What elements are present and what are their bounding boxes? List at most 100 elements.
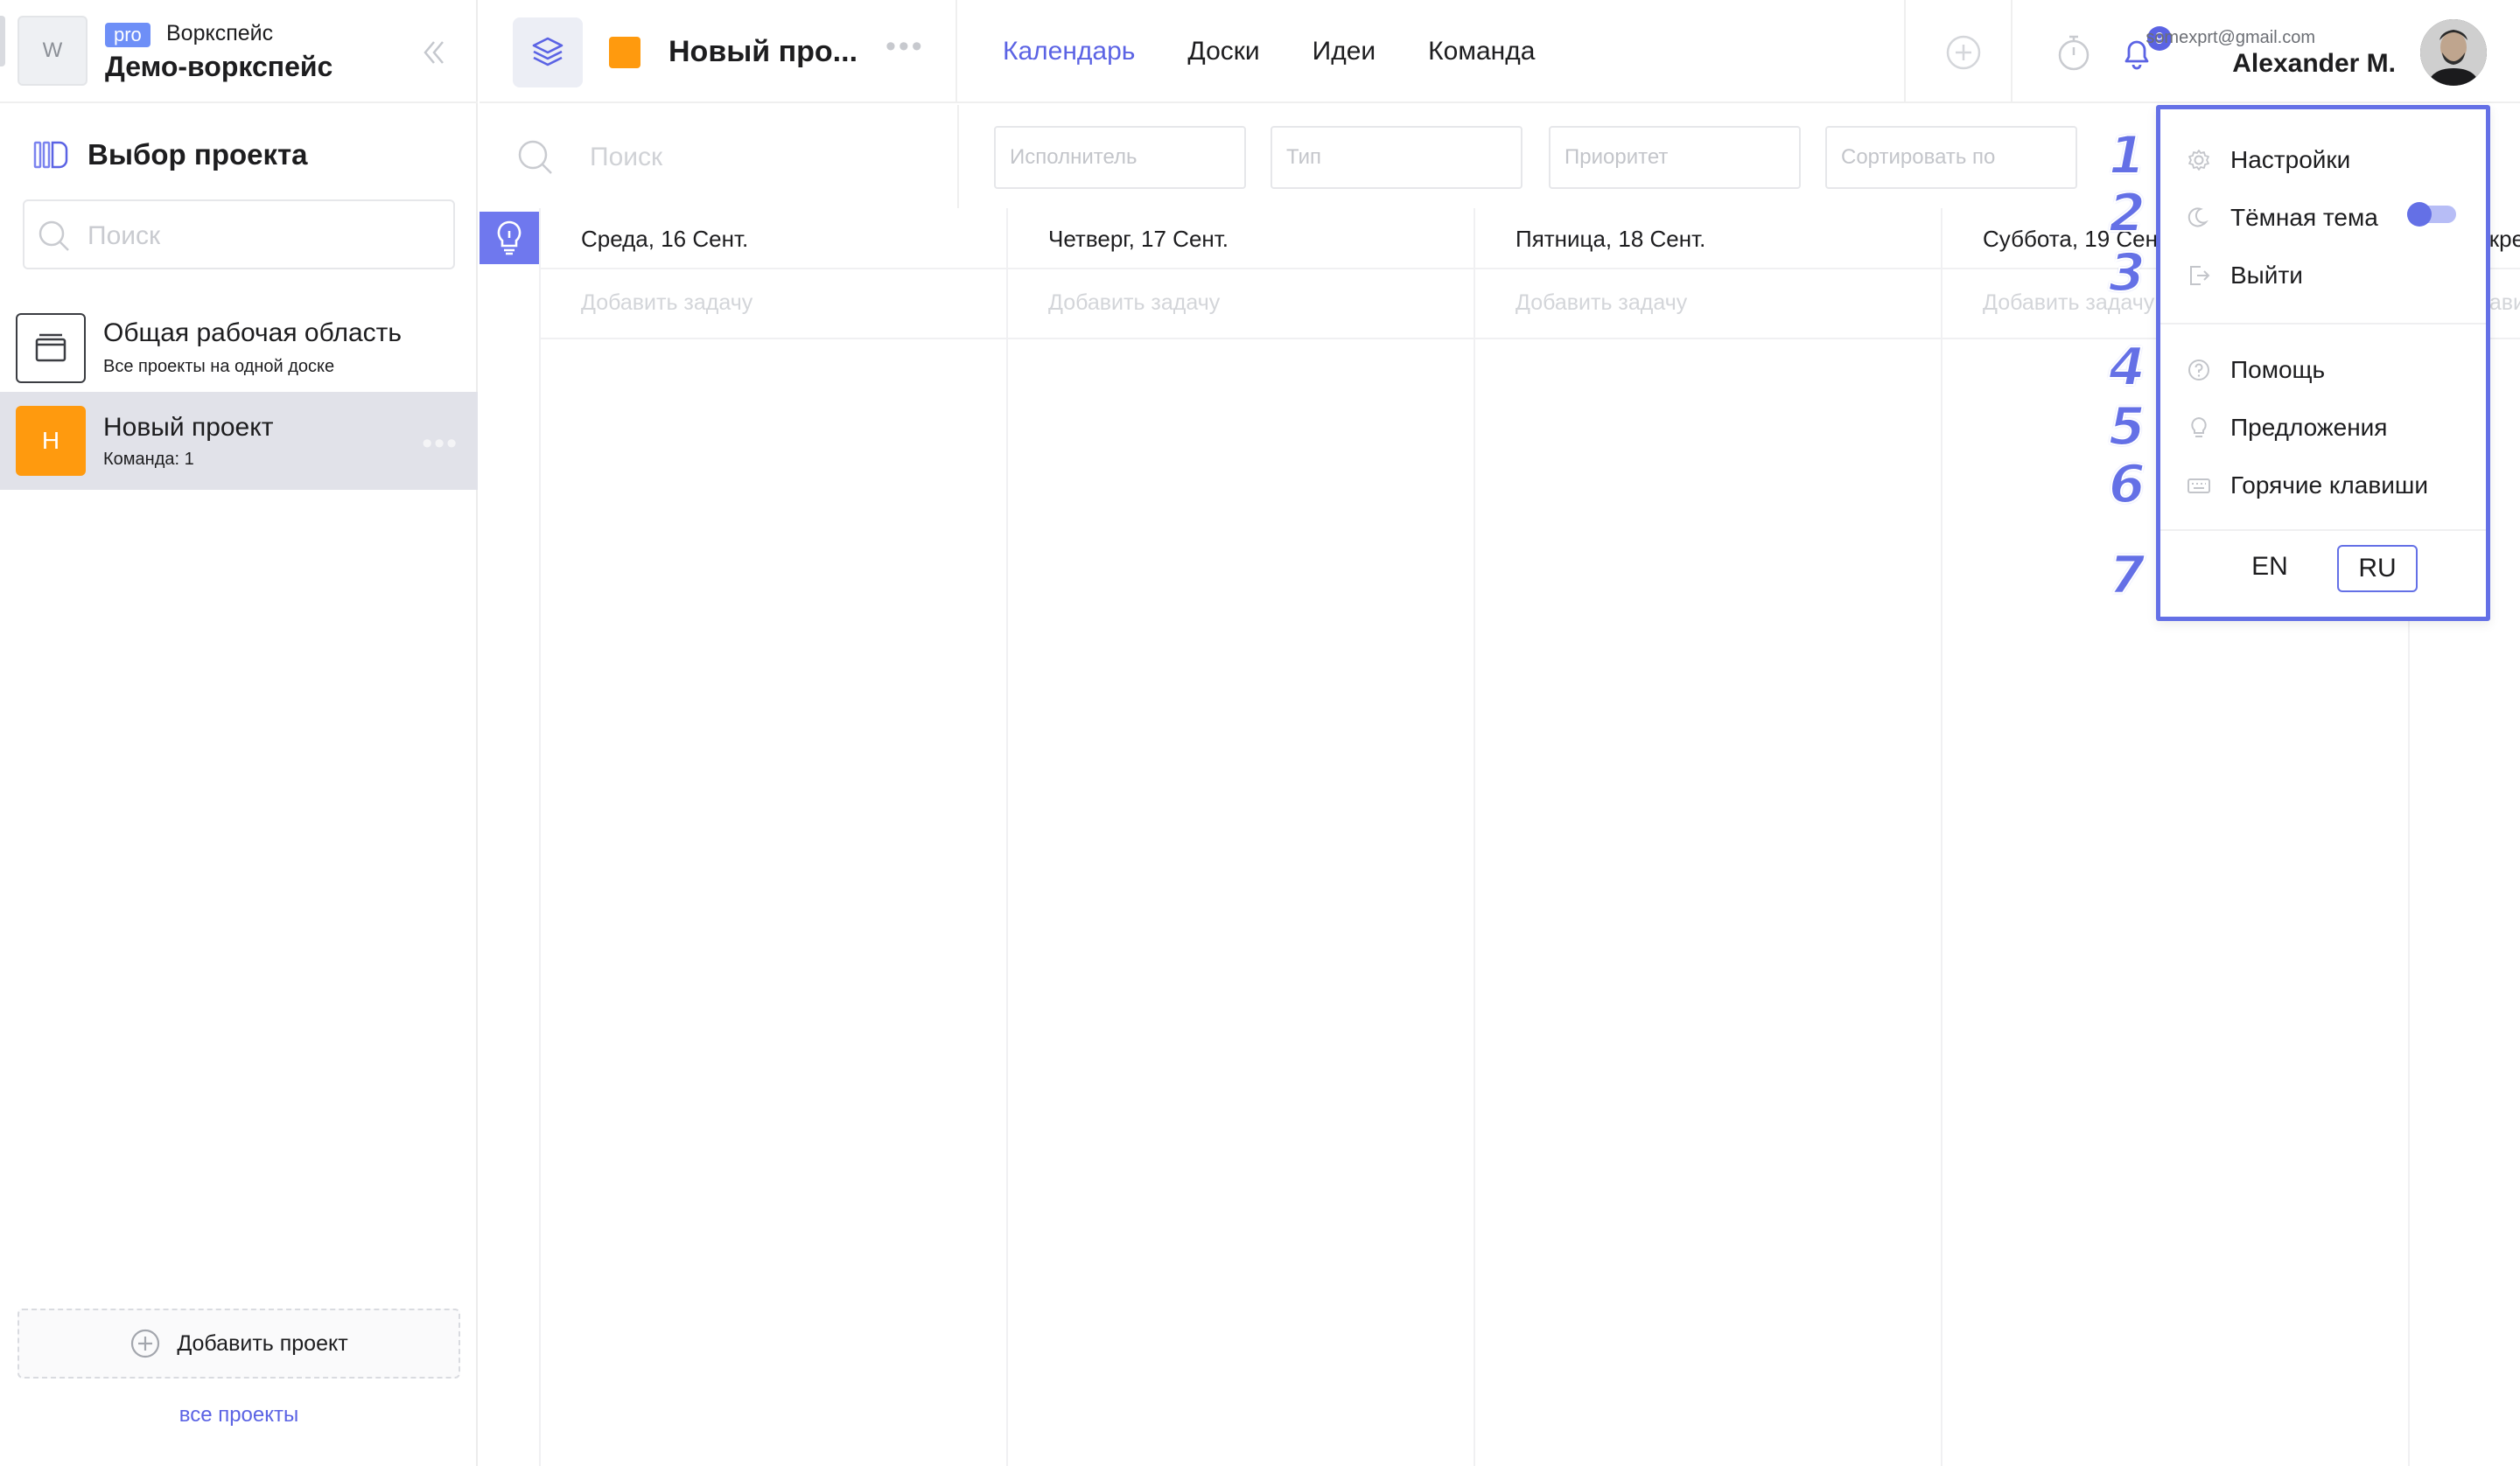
tab-ideas[interactable]: Идеи [1312, 37, 1376, 66]
moon-icon [2188, 207, 2208, 227]
divider [1904, 0, 1906, 103]
dark-theme-toggle[interactable] [2407, 202, 2456, 227]
task-search-input[interactable] [590, 140, 905, 175]
layers-icon [532, 37, 564, 66]
main-nav: Календарь Доски Идеи Команда [1003, 37, 1587, 66]
sidebar-search[interactable] [23, 199, 455, 269]
annotation-number: 2 [2108, 183, 2146, 244]
day-column: Среда, 16 Сент. Добавить задачу [541, 208, 1008, 1466]
help-circle-icon [2188, 360, 2209, 380]
lightbulb-icon [497, 220, 522, 255]
menu-item-label: Тёмная тема [2230, 204, 2378, 231]
workspace-kind: Воркспейс [166, 21, 274, 45]
annotation-number: 6 [2108, 454, 2146, 515]
gear-icon [2188, 150, 2209, 171]
section-title: Выбор проекта [88, 138, 308, 171]
language-en-button[interactable]: EN [2239, 545, 2300, 592]
add-task-button[interactable]: Добавить задачу [1516, 290, 1687, 316]
project-menu-icon[interactable]: ••• [886, 30, 925, 64]
menu-divider [2160, 323, 2486, 325]
annotation-number: 4 [2108, 337, 2146, 398]
user-dropdown-menu: Настройки Тёмная тема Выйти Помощь Предл… [2156, 105, 2490, 621]
project-subtitle: Все проекты на одной доске [103, 357, 335, 376]
assignee-filter-input[interactable] [996, 128, 1244, 187]
annotation-number: 1 [2108, 125, 2146, 186]
keyboard-icon [2188, 478, 2210, 493]
add-project-label: Добавить проект [177, 1330, 348, 1356]
search-icon [38, 220, 69, 251]
type-filter[interactable] [1270, 126, 1522, 189]
menu-item-label: Предложения [2230, 414, 2388, 441]
timer-icon[interactable] [2053, 31, 2095, 73]
menu-item-hotkeys[interactable]: Горячие клавиши [2187, 471, 2428, 499]
all-projects-link[interactable]: все проекты [0, 1403, 478, 1428]
sort-filter-input[interactable] [1827, 128, 2076, 187]
menu-item-logout[interactable]: Выйти [2187, 262, 2303, 290]
logout-icon [2190, 266, 2210, 285]
divider [2011, 0, 2012, 103]
menu-item-label: Выйти [2230, 262, 2303, 289]
search-icon [518, 140, 552, 174]
toggle-knob [2407, 202, 2432, 227]
plus-circle-icon [131, 1329, 160, 1358]
lightbulb-icon [2191, 416, 2207, 437]
layers-button[interactable] [513, 17, 583, 87]
tab-team[interactable]: Команда [1428, 37, 1535, 66]
divider [957, 105, 959, 208]
menu-item-label: Горячие клавиши [2230, 471, 2428, 499]
sort-filter[interactable] [1825, 126, 2077, 189]
type-filter-input[interactable] [1272, 128, 1521, 187]
day-column: Четверг, 17 Сент. Добавить задачу [1008, 208, 1475, 1466]
sidebar-search-input[interactable] [88, 217, 438, 255]
annotation-number: 5 [2108, 396, 2146, 457]
day-header: Среда, 16 Сент. [581, 226, 749, 252]
tab-calendar[interactable]: Календарь [1003, 37, 1135, 66]
menu-divider [2160, 529, 2486, 531]
tab-boards[interactable]: Доски [1187, 37, 1259, 66]
user-avatar[interactable] [2420, 19, 2487, 86]
day-header: Пятница, 18 Сент. [1516, 226, 1706, 252]
project-item-shared[interactable]: Общая рабочая область Все проекты на одн… [0, 296, 478, 392]
menu-item-label: Помощь [2230, 356, 2326, 383]
user-name[interactable]: Alexander M. [2232, 49, 2396, 79]
add-task-button[interactable]: Добавить задачу [1048, 290, 1220, 316]
workspace-avatar[interactable]: W [18, 16, 88, 86]
workspace-name[interactable]: Демо-воркспейс [105, 51, 332, 83]
add-circle-icon[interactable] [1942, 31, 1984, 73]
project-title[interactable]: Новый про... [668, 35, 858, 69]
menu-item-suggestions[interactable]: Предложения [2187, 414, 2387, 442]
project-subtitle: Команда: 1 [103, 450, 194, 469]
project-avatar: Н [16, 406, 86, 476]
project-name: Общая рабочая область [103, 318, 402, 347]
day-column: Пятница, 18 Сент. Добавить задачу [1475, 208, 1942, 1466]
add-project-button[interactable]: Добавить проект [18, 1309, 460, 1379]
ideas-toggle-button[interactable] [480, 212, 539, 264]
add-task-button[interactable]: Добавить задачу [581, 290, 752, 316]
plan-badge: pro [105, 23, 150, 47]
menu-item-dark-theme[interactable]: Тёмная тема [2187, 204, 2378, 232]
priority-filter[interactable] [1549, 126, 1801, 189]
language-ru-button[interactable]: RU [2337, 545, 2418, 592]
menu-item-settings[interactable]: Настройки [2187, 146, 2350, 174]
workspace-strip [0, 16, 5, 66]
project-more-icon[interactable]: ••• [422, 427, 458, 461]
sidebar: W pro Воркспейс Демо-воркспейс Выбор про… [0, 0, 478, 1466]
project-select-header: Выбор проекта [33, 138, 308, 171]
menu-item-help[interactable]: Помощь [2187, 356, 2325, 384]
project-name: Новый проект [103, 413, 274, 442]
window-stack-icon [16, 313, 86, 383]
annotation-number: 3 [2108, 242, 2146, 304]
user-email: somexprt@gmail.com [2146, 28, 2315, 47]
menu-item-label: Настройки [2230, 146, 2351, 173]
assignee-filter[interactable] [994, 126, 1246, 189]
project-board-icon [33, 141, 68, 169]
project-item-new[interactable]: Н Новый проект Команда: 1 ••• [0, 392, 478, 490]
divider [956, 0, 957, 103]
annotation-number: 7 [2108, 545, 2146, 606]
workspace-header[interactable]: W pro Воркспейс Демо-воркспейс [0, 0, 478, 103]
project-color-swatch [609, 37, 640, 68]
day-header: Четверг, 17 Сент. [1048, 226, 1229, 252]
collapse-sidebar-icon[interactable] [416, 35, 452, 70]
priority-filter-input[interactable] [1550, 128, 1799, 187]
top-bar: Новый про... ••• Календарь Доски Идеи Ко… [480, 0, 2520, 103]
